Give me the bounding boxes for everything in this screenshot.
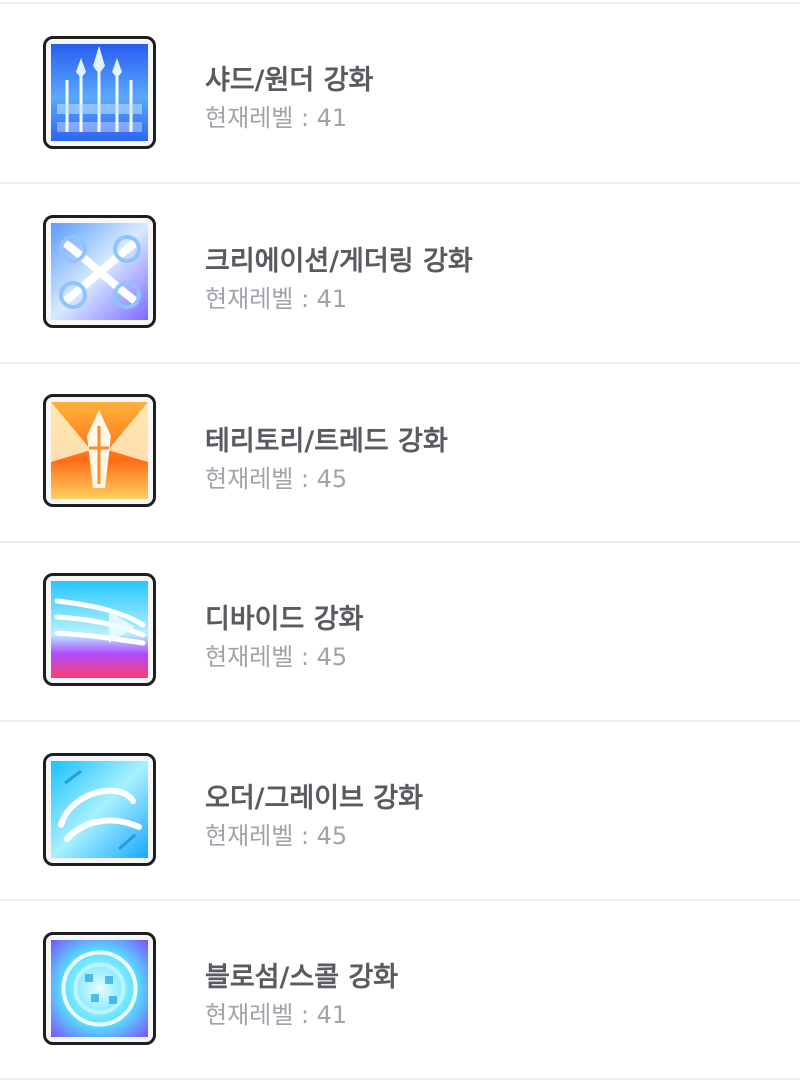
skill-title: 블로섬/스콜 강화 (205, 962, 399, 993)
skill-row-order-grave[interactable]: 오더/그레이브 강화 현재레벨 : 45 (0, 722, 800, 902)
order-grave-skill-icon (43, 753, 156, 866)
skill-level: 현재레벨 : 45 (205, 822, 348, 850)
skill-level: 현재레벨 : 41 (205, 1001, 348, 1029)
skill-enhancement-list: 샤드/원더 강화 현재레벨 : 41 크리에이션/게더링 강화 현재레벨: 4… (0, 0, 800, 1084)
territory-tread-skill-icon (43, 394, 156, 507)
skill-row-blossom-scool[interactable]: 블로섬/스콜 강화 현재레벨 : 41 (0, 901, 800, 1081)
skill-row-divide[interactable]: 디바이드 강화 현재레벨 : 45 (0, 543, 800, 723)
skill-title: 테리토리/트레드 강화 (205, 426, 448, 457)
divide-skill-icon (43, 573, 156, 686)
divider (0, 1078, 800, 1080)
shard-wonder-skill-icon (43, 36, 156, 149)
skill-title: 샤드/원더 강화 (205, 65, 374, 96)
skill-row-shard-wonder[interactable]: 샤드/원더 강화 현재레벨 : 41 (0, 4, 800, 184)
skill-level: 현재레벨 : 41 (205, 285, 348, 313)
skill-level: 현재레벨 : 45 (205, 643, 348, 671)
skill-level: 현재레벨 : 45 (205, 465, 348, 493)
skill-row-territory-tread[interactable]: 테리토리/트레드 강화 현재레벨 : 45 (0, 364, 800, 544)
skill-row-creation-gathering[interactable]: 크리에이션/게더링 강화 현재레벨 : 41 (0, 184, 800, 364)
skill-title: 오더/그레이브 강화 (205, 783, 423, 814)
skill-title: 디바이드 강화 (205, 604, 364, 635)
blossom-scool-skill-icon (43, 932, 156, 1045)
creation-gathering-skill-icon (43, 215, 156, 328)
skill-level: 현재레벨 : 41 (205, 104, 348, 132)
skill-title: 크리에이션/게더링 강화 (205, 246, 473, 277)
